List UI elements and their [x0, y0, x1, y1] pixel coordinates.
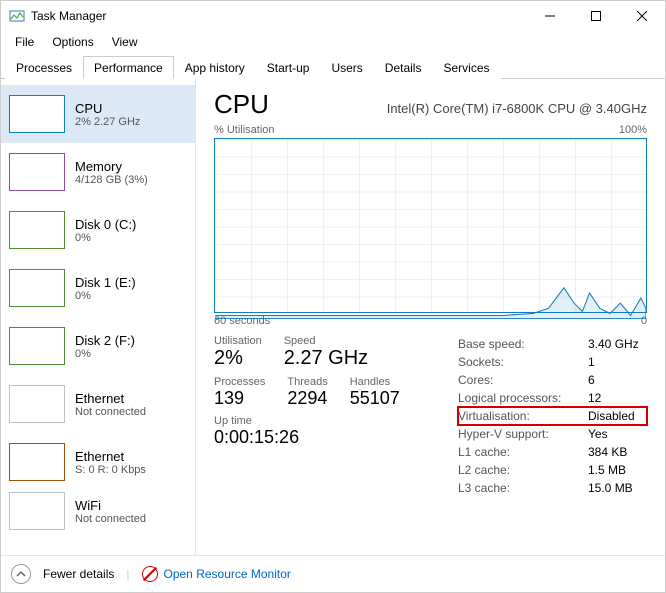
- kv-l2-cache: L2 cache:1.5 MB: [458, 461, 647, 479]
- sidebar-item-wifi[interactable]: WiFi Not connected: [1, 491, 195, 531]
- threads-label: Threads: [287, 376, 327, 388]
- kv-sockets: Sockets:1: [458, 353, 647, 371]
- sidebar-item-disk2[interactable]: Disk 2 (F:) 0%: [1, 317, 195, 375]
- tab-services[interactable]: Services: [432, 56, 500, 79]
- tab-bar: Processes Performance App history Start-…: [1, 55, 665, 79]
- processes-value: 139: [214, 388, 265, 409]
- footer-separator: |: [126, 567, 129, 581]
- sidebar-item-disk0[interactable]: Disk 0 (C:) 0%: [1, 201, 195, 259]
- kv-logical-processors: Logical processors:12: [458, 389, 647, 407]
- maximize-button[interactable]: [573, 1, 619, 31]
- speed-label: Speed: [284, 335, 368, 347]
- sidebar-item-sub: 0%: [75, 348, 135, 360]
- kv-cores: Cores:6: [458, 371, 647, 389]
- sidebar-item-sub: S: 0 R: 0 Kbps: [75, 464, 146, 476]
- sidebar-item-sub: 4/128 GB (3%): [75, 174, 148, 186]
- sidebar-item-label: Ethernet: [75, 391, 146, 406]
- sidebar: CPU 2% 2.27 GHz Memory 4/128 GB (3%) Dis…: [1, 79, 196, 555]
- sidebar-item-sub: 0%: [75, 290, 136, 302]
- uptime-value: 0:00:15:26: [214, 427, 434, 448]
- ethernet-thumb-icon: [9, 443, 65, 481]
- disk-thumb-icon: [9, 211, 65, 249]
- sidebar-item-memory[interactable]: Memory 4/128 GB (3%): [1, 143, 195, 201]
- ethernet-thumb-icon: [9, 385, 65, 423]
- sidebar-item-disk1[interactable]: Disk 1 (E:) 0%: [1, 259, 195, 317]
- menu-options[interactable]: Options: [44, 33, 101, 51]
- sidebar-item-label: Disk 0 (C:): [75, 217, 136, 232]
- minimize-button[interactable]: [527, 1, 573, 31]
- kv-l3-cache: L3 cache:15.0 MB: [458, 479, 647, 497]
- fewer-details-label[interactable]: Fewer details: [43, 567, 114, 581]
- sidebar-item-cpu[interactable]: CPU 2% 2.27 GHz: [1, 85, 195, 143]
- tab-processes[interactable]: Processes: [5, 56, 83, 79]
- menu-file[interactable]: File: [7, 33, 42, 51]
- menu-view[interactable]: View: [104, 33, 146, 51]
- tab-performance[interactable]: Performance: [83, 56, 174, 79]
- disk-thumb-icon: [9, 269, 65, 307]
- sidebar-item-label: CPU: [75, 101, 140, 116]
- processes-label: Processes: [214, 376, 265, 388]
- kv-l1-cache: L1 cache:384 KB: [458, 443, 647, 461]
- sidebar-item-label: Disk 1 (E:): [75, 275, 136, 290]
- sidebar-item-ethernet1[interactable]: Ethernet S: 0 R: 0 Kbps: [1, 433, 195, 491]
- sidebar-item-label: Ethernet: [75, 449, 146, 464]
- cpu-model: Intel(R) Core(TM) i7-6800K CPU @ 3.40GHz: [387, 101, 647, 116]
- handles-value: 55107: [350, 388, 400, 409]
- sidebar-item-sub: Not connected: [75, 513, 146, 525]
- menubar: File Options View: [1, 31, 665, 55]
- titlebar: Task Manager: [1, 1, 665, 31]
- fewer-details-toggle[interactable]: [11, 564, 31, 584]
- stats-area: Utilisation 2% Speed 2.27 GHz Processes …: [214, 335, 647, 497]
- utilisation-label: Utilisation: [214, 335, 262, 347]
- open-resource-monitor-link[interactable]: Open Resource Monitor: [142, 566, 291, 582]
- wifi-thumb-icon: [9, 492, 65, 530]
- chart-y-label: % Utilisation: [214, 124, 275, 136]
- footer: Fewer details | Open Resource Monitor: [1, 555, 665, 592]
- open-resource-monitor-label: Open Resource Monitor: [164, 567, 291, 581]
- sidebar-item-label: WiFi: [75, 498, 146, 513]
- resource-monitor-icon: [142, 566, 158, 582]
- handles-label: Handles: [350, 376, 400, 388]
- uptime-label: Up time: [214, 415, 434, 427]
- tab-details[interactable]: Details: [374, 56, 433, 79]
- sidebar-item-label: Disk 2 (F:): [75, 333, 135, 348]
- page-title: CPU: [214, 89, 269, 120]
- utilisation-value: 2%: [214, 347, 262, 370]
- speed-value: 2.27 GHz: [284, 347, 368, 370]
- main-panel: CPU Intel(R) Core(TM) i7-6800K CPU @ 3.4…: [196, 79, 665, 555]
- tab-users[interactable]: Users: [320, 56, 373, 79]
- tab-startup[interactable]: Start-up: [256, 56, 321, 79]
- kv-hyperv: Hyper-V support:Yes: [458, 425, 647, 443]
- disk-thumb-icon: [9, 327, 65, 365]
- sidebar-item-sub: Not connected: [75, 406, 146, 418]
- content-area: CPU 2% 2.27 GHz Memory 4/128 GB (3%) Dis…: [1, 79, 665, 555]
- tab-app-history[interactable]: App history: [174, 56, 256, 79]
- close-button[interactable]: [619, 1, 665, 31]
- kv-base-speed: Base speed:3.40 GHz: [458, 335, 647, 353]
- sidebar-item-ethernet0[interactable]: Ethernet Not connected: [1, 375, 195, 433]
- sidebar-item-label: Memory: [75, 159, 148, 174]
- app-icon: [9, 8, 25, 24]
- memory-thumb-icon: [9, 153, 65, 191]
- window-title: Task Manager: [31, 9, 106, 23]
- kv-virtualisation: Virtualisation:Disabled: [458, 407, 647, 425]
- sidebar-item-sub: 0%: [75, 232, 136, 244]
- cpu-thumb-icon: [9, 95, 65, 133]
- threads-value: 2294: [287, 388, 327, 409]
- chart-y-max: 100%: [619, 124, 647, 136]
- sidebar-item-sub: 2% 2.27 GHz: [75, 116, 140, 128]
- cpu-utilisation-chart[interactable]: [214, 138, 647, 313]
